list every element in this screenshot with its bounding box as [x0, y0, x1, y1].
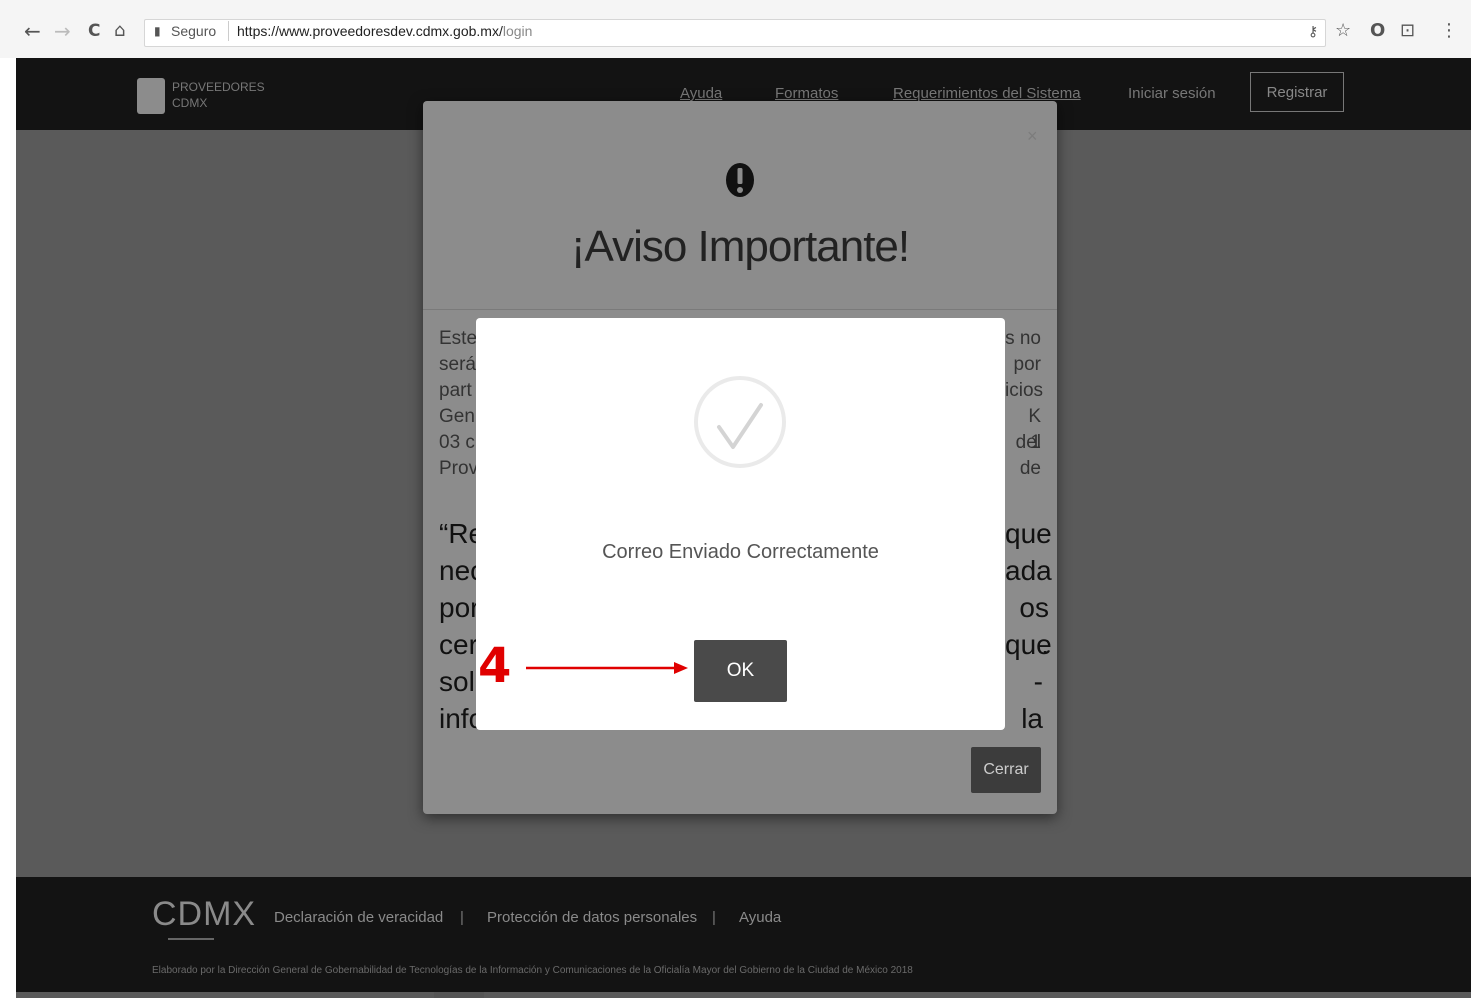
url-path: login: [502, 23, 533, 39]
horizontal-scrollbar[interactable]: [434, 992, 484, 998]
notice-text-fragment: 1 de: [1019, 432, 1041, 479]
notice-text-fragment: icios: [1005, 380, 1044, 401]
footer-credit: Elaborado por la Dirección General de Go…: [152, 965, 913, 976]
star-icon[interactable]: ☆: [1335, 20, 1351, 41]
logo-line1: PROVEEDORES: [172, 80, 265, 94]
secure-label: Seguro: [171, 23, 217, 39]
notice-text-fragment: 03 c: [439, 432, 475, 453]
menu-icon[interactable]: ⋮: [1440, 20, 1458, 41]
forward-icon[interactable]: →: [54, 18, 71, 44]
notice-text-fragment: part: [439, 380, 472, 401]
nav-requirements[interactable]: Requerimientos del Sistema: [893, 85, 1081, 102]
nav-formats[interactable]: Formatos: [775, 85, 838, 102]
nav-login[interactable]: Iniciar sesión: [1128, 85, 1216, 102]
reload-icon[interactable]: C: [88, 18, 100, 44]
footer-logo: CDMX: [152, 895, 257, 933]
cast-icon[interactable]: ⊡: [1400, 20, 1415, 41]
footer-privacy-link[interactable]: Protección de datos personales: [487, 909, 697, 926]
notice-bold-fragment: soli: [439, 666, 482, 697]
lock-icon: ▮: [154, 24, 161, 38]
notice-text-fragment: por: [1013, 354, 1041, 375]
notice-text-fragment: será: [439, 354, 476, 375]
address-separator: [228, 21, 229, 41]
modal-title: ¡Aviso Importante!: [570, 222, 910, 271]
notice-bold-fragment: por: [439, 592, 480, 623]
arrow-icon: [526, 662, 688, 674]
notice-bold-fragment: - la: [1021, 666, 1043, 734]
step-number-annotation: 4: [478, 638, 512, 694]
close-modal-button[interactable]: Cerrar: [971, 747, 1041, 793]
notice-bold-fragment: ada: [1005, 555, 1052, 586]
footer-logo-underline: [168, 938, 214, 940]
notice-bold-fragment: que: [1005, 629, 1052, 660]
close-icon[interactable]: ×: [1027, 126, 1038, 147]
footer-separator: |: [460, 909, 464, 926]
home-icon[interactable]: ⌂: [114, 18, 125, 44]
back-icon[interactable]: ←: [24, 18, 41, 44]
url-main: https://www.proveedoresdev.cdmx.gob.mx/: [237, 23, 503, 39]
footer-declaration-link[interactable]: Declaración de veracidad: [274, 909, 443, 926]
opera-icon[interactable]: O: [1370, 20, 1385, 41]
register-button[interactable]: Registrar: [1250, 72, 1344, 112]
notice-text-fragment: Prov: [439, 458, 479, 479]
notice-bold-fragment: cer: [439, 629, 478, 660]
notice-text-fragment: Este: [439, 328, 478, 349]
user-logo-icon: [137, 78, 165, 114]
url-text[interactable]: https://www.proveedoresdev.cdmx.gob.mx/l…: [237, 23, 532, 39]
notice-bold-fragment: que: [1005, 518, 1052, 549]
notice-text-fragment: Gen: [439, 406, 475, 427]
footer-help-link[interactable]: Ayuda: [739, 909, 781, 926]
nav-help[interactable]: Ayuda: [680, 85, 722, 102]
notice-text-fragment: s no: [1005, 328, 1041, 349]
alert-message: Correo Enviado Correctamente: [602, 541, 879, 563]
ok-button[interactable]: OK: [694, 640, 787, 702]
logo-line2: CDMX: [172, 96, 208, 110]
notice-modal-header: [423, 101, 1057, 310]
exclamation-icon: [726, 163, 754, 197]
checkmark-icon: [694, 376, 786, 468]
key-icon[interactable]: ⚷: [1308, 24, 1318, 40]
footer-separator: |: [712, 909, 716, 926]
